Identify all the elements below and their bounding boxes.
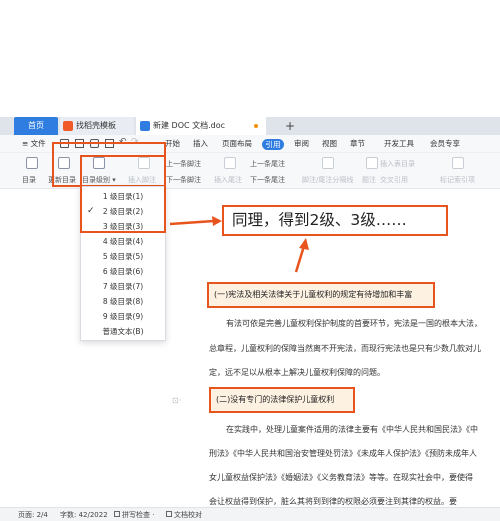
annotation-callout: 同理，得到2级、3级…… [222, 205, 448, 236]
word-count[interactable]: 字数: 42/2022 [60, 508, 108, 521]
paragraph-2-line-1[interactable]: 在实践中，处理儿童案件适用的法律主要有《中华人民共和国民法》《中 [226, 425, 478, 435]
spell-check-label: 拼写检查 · [122, 511, 155, 519]
heading-1[interactable]: (一)宪法及相关法律关于儿童权利的规定有待增加和丰富 [207, 282, 435, 308]
paragraph-2-line-2[interactable]: 刑法》《中华人民共和国治安管理处罚法》《未成年人保护法》《预防未成年人 [209, 449, 477, 459]
arrow-to-heading [294, 245, 306, 273]
status-bar: 页面: 2/4 字数: 42/2022 拼写检查 · 文档校对 [0, 507, 500, 521]
annotation-arrows [169, 216, 309, 273]
checkbox-icon [166, 511, 172, 517]
spell-check-toggle[interactable]: 拼写检查 · [114, 508, 154, 521]
proofread-label: 文档校对 [174, 511, 202, 519]
arrow-head-right [212, 216, 222, 226]
checkbox-icon [114, 511, 120, 517]
app-window: 首页 找稻壳模板 新建 DOC 文档.doc + ≡ 文件 ↶ ↷ 开始 插入 … [0, 0, 500, 521]
page-count[interactable]: 页面: 2/4 [18, 508, 48, 521]
paragraph-1-line-3[interactable]: 定，远不足以从根本上解决儿童权利保障的问题。 [209, 368, 385, 378]
paragraph-1-line-1[interactable]: 有法可依是完善儿童权利保护制度的首要环节，宪法是一国的根本大法， [226, 319, 482, 329]
paragraph-2-line-4[interactable]: 会让权益得到保护，脏么其将到到律的权限必须要注到其律的权益。要 [209, 497, 457, 507]
arrow-head-up [299, 238, 309, 250]
proofread-button[interactable]: 文档校对 [166, 508, 202, 521]
paragraph-marker-icon: ⊡· [172, 396, 182, 405]
paragraph-1-line-2[interactable]: 总章程，儿童权利的保障当然离不开宪法，而现行宪法也是只有少数几款对儿 [209, 344, 481, 354]
arrow-to-callout [169, 219, 215, 226]
heading-2[interactable]: (二)没有专门的法律保护儿童权利 [209, 387, 355, 413]
paragraph-2-line-3[interactable]: 女儿童权益保护法》《婚姻法》《义务教育法》等等。在现实社会中，要使得 [209, 473, 473, 483]
